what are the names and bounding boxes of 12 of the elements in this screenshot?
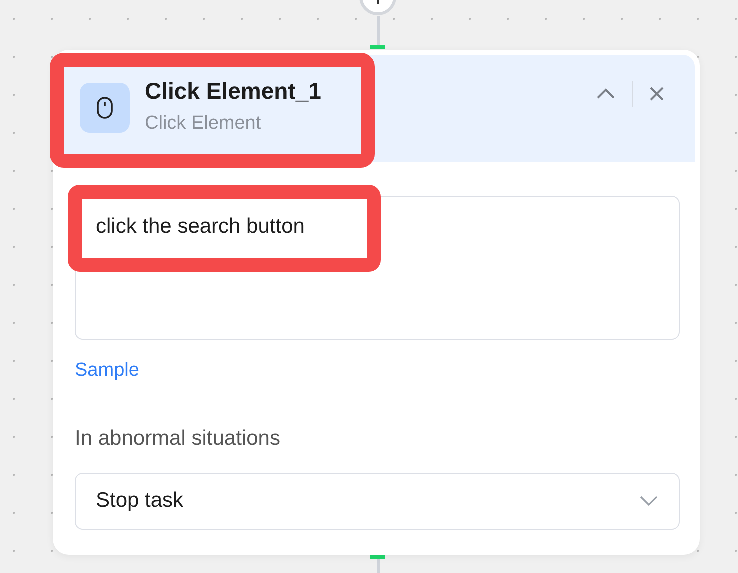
node-title: Click Element_1 [145,77,322,106]
field-label: In abnormal situations [75,426,282,452]
node-subtitle: Click Element [145,112,262,136]
abnormal-select[interactable]: Stop task [75,472,680,530]
connector-port [370,45,385,49]
close-icon[interactable] [649,86,665,102]
chevron-down-icon [639,495,659,507]
collapse-icon[interactable] [596,88,616,100]
sample-link[interactable]: Sample [75,357,140,386]
connector-port [370,555,385,559]
mouse-icon [94,96,116,120]
prompt-field[interactable]: click the search button [75,196,680,340]
